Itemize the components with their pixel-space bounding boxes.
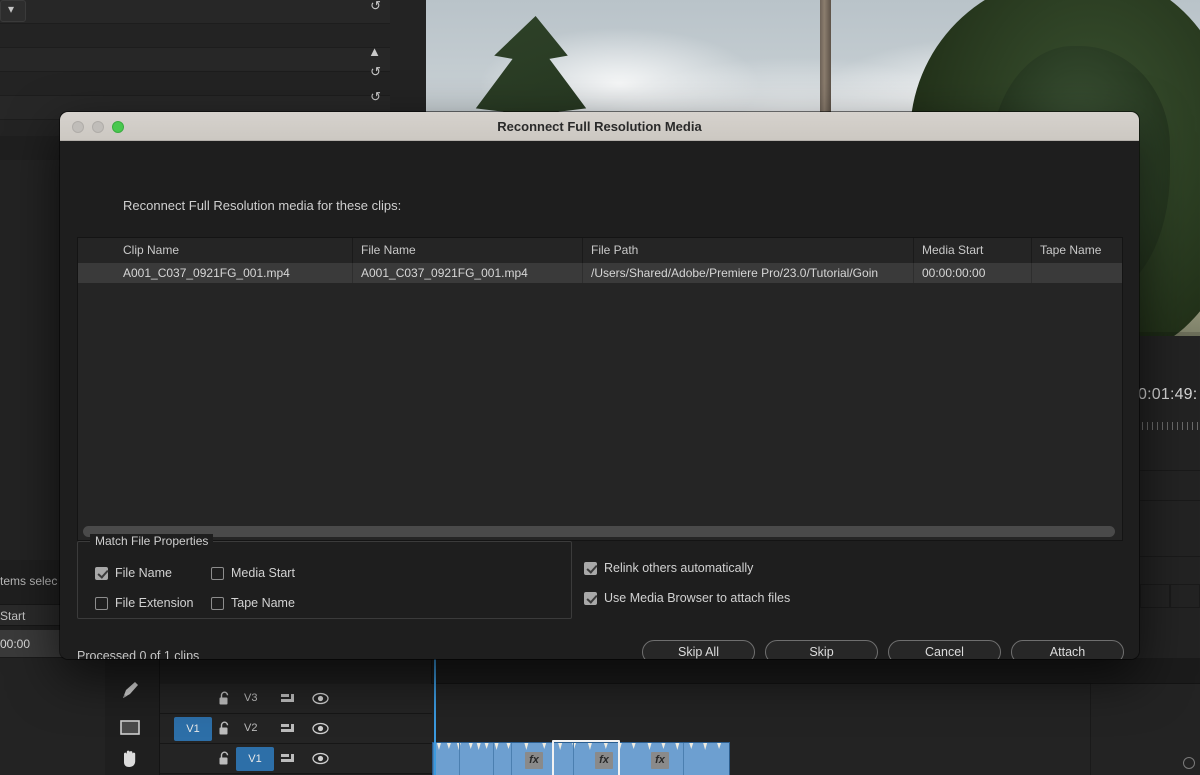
effect-row — [196, 72, 390, 96]
checkbox-box[interactable] — [95, 597, 108, 610]
source-track-indicator-v1[interactable]: V1 — [174, 717, 212, 741]
selected-clip-outline[interactable] — [552, 740, 620, 775]
table-row[interactable]: A001_C037_0921FG_001.mp4 A001_C037_0921F… — [78, 263, 1122, 283]
window-controls — [72, 112, 124, 141]
cell-file-name: A001_C037_0921FG_001.mp4 — [353, 263, 583, 283]
skip-all-button[interactable]: Skip All — [642, 640, 755, 659]
checkbox-tape-name[interactable]: Tape Name — [211, 596, 295, 610]
checkbox-box[interactable] — [95, 567, 108, 580]
scrollbar-thumb[interactable] — [83, 526, 1115, 537]
pen-tool[interactable] — [117, 678, 147, 708]
clips-table: Clip Name File Name File Path Media Star… — [77, 237, 1123, 541]
checkbox-box[interactable] — [584, 592, 597, 605]
table-header-row: Clip Name File Name File Path Media Star… — [78, 238, 1122, 263]
column-header-media-start[interactable]: Media Start — [914, 238, 1032, 263]
monitor-button-slot[interactable] — [1170, 584, 1200, 608]
column-header-clip-name[interactable]: Clip Name — [115, 238, 353, 263]
checkbox-label: Relink others automatically — [604, 561, 753, 575]
program-timecode[interactable]: 0:01:49: — [1138, 386, 1197, 404]
collapse-toggle[interactable]: ▾ — [0, 0, 26, 22]
checkbox-relink-others-automatically[interactable]: Relink others automatically — [584, 561, 753, 575]
table-body: A001_C037_0921FG_001.mp4 A001_C037_0921F… — [78, 263, 1122, 521]
track-label: V2 — [244, 722, 257, 734]
checkbox-file-name[interactable]: File Name — [95, 566, 172, 580]
track-header-v1[interactable]: V1 — [160, 744, 432, 774]
group-legend: Match File Properties — [90, 534, 213, 548]
table-horizontal-scrollbar[interactable] — [78, 522, 1122, 540]
skip-button[interactable]: Skip — [765, 640, 878, 659]
checkbox-use-media-browser[interactable]: Use Media Browser to attach files — [584, 591, 790, 605]
checkbox-box[interactable] — [211, 597, 224, 610]
effect-row — [0, 0, 196, 24]
sync-lock-icon[interactable] — [280, 752, 295, 771]
cell-media-start: 00:00:00:00 — [914, 263, 1032, 283]
dialog-title: Reconnect Full Resolution Media — [497, 119, 701, 134]
dialog-button-row: Skip All Skip Cancel Attach — [642, 640, 1124, 659]
timeline-playhead[interactable] — [434, 658, 436, 775]
lock-open-icon[interactable] — [218, 751, 232, 767]
reset-icon[interactable]: ↺ — [370, 0, 381, 18]
sync-lock-icon[interactable] — [280, 692, 295, 711]
cell-file-path: /Users/Shared/Adobe/Premiere Pro/23.0/Tu… — [583, 263, 914, 283]
timeline-zoom-knob[interactable] — [1183, 757, 1195, 769]
column-header-tape-name[interactable]: Tape Name — [1032, 238, 1124, 263]
effect-row — [0, 24, 196, 48]
checkbox-label: File Extension — [115, 596, 194, 610]
reconnect-media-dialog: Reconnect Full Resolution Media Reconnec… — [60, 112, 1139, 659]
hand-tool[interactable] — [117, 746, 147, 775]
fx-badge: fx — [651, 752, 669, 769]
monitor-button-slot[interactable] — [1140, 584, 1170, 608]
target-track-v1[interactable]: V1 — [236, 747, 274, 771]
processed-status: Processed 0 of 1 clips — [77, 649, 199, 659]
table-empty-area — [78, 283, 1122, 521]
checkbox-file-extension[interactable]: File Extension — [95, 596, 194, 610]
attach-button[interactable]: Attach — [1011, 640, 1124, 659]
checkbox-label: Use Media Browser to attach files — [604, 591, 790, 605]
monitor-ruler-ticks — [1140, 422, 1200, 436]
cancel-button[interactable]: Cancel — [888, 640, 1001, 659]
effect-row — [0, 72, 196, 96]
cell-tape-name — [1032, 263, 1124, 283]
effect-row — [0, 48, 196, 72]
column-header-file-path[interactable]: File Path — [583, 238, 914, 263]
checkbox-label: Tape Name — [231, 596, 295, 610]
effect-row — [196, 0, 390, 24]
close-button[interactable] — [72, 121, 84, 133]
checkbox-media-start[interactable]: Media Start — [211, 566, 295, 580]
rectangle-tool[interactable] — [117, 714, 147, 744]
reset-icon[interactable]: ↺ — [370, 60, 381, 84]
dialog-titlebar[interactable]: Reconnect Full Resolution Media — [60, 112, 1139, 141]
reset-icon[interactable]: ↺ — [370, 85, 381, 109]
checkbox-label: Media Start — [231, 566, 295, 580]
effect-row — [196, 24, 390, 48]
column-header-file-name[interactable]: File Name — [353, 238, 583, 263]
timeline-tracks-area[interactable]: fx fx fx — [432, 684, 1200, 775]
zoom-button[interactable] — [112, 121, 124, 133]
lock-open-icon[interactable] — [218, 721, 232, 737]
timeline-edge-line — [1090, 684, 1091, 775]
track-label: V3 — [244, 692, 257, 704]
lock-open-icon[interactable] — [218, 691, 232, 707]
chevron-down-icon: ▾ — [8, 2, 14, 16]
track-header-v2[interactable]: V1 V2 — [160, 714, 432, 744]
dialog-body: Reconnect Full Resolution media for thes… — [60, 141, 1139, 659]
match-file-properties-group: Match File Properties File Name Media St… — [77, 541, 572, 619]
screen: ▾ ↺ ▲ ↺ ↺ — [0, 0, 1200, 775]
timeline-toolbar — [105, 650, 160, 775]
fx-badge: fx — [525, 752, 543, 769]
checkbox-box[interactable] — [211, 567, 224, 580]
eye-icon[interactable] — [312, 752, 329, 770]
dialog-instruction: Reconnect Full Resolution media for thes… — [123, 198, 401, 213]
timeline-track-headers: V3 V1 V2 — [160, 658, 432, 775]
sync-lock-icon[interactable] — [280, 722, 295, 741]
cell-clip-name: A001_C037_0921FG_001.mp4 — [115, 263, 353, 283]
minimize-button[interactable] — [92, 121, 104, 133]
eye-icon[interactable] — [312, 692, 329, 710]
track-header-v3[interactable]: V3 — [160, 684, 432, 714]
eye-icon[interactable] — [312, 722, 329, 740]
checkbox-label: File Name — [115, 566, 172, 580]
effect-row — [196, 48, 390, 72]
checkbox-box[interactable] — [584, 562, 597, 575]
